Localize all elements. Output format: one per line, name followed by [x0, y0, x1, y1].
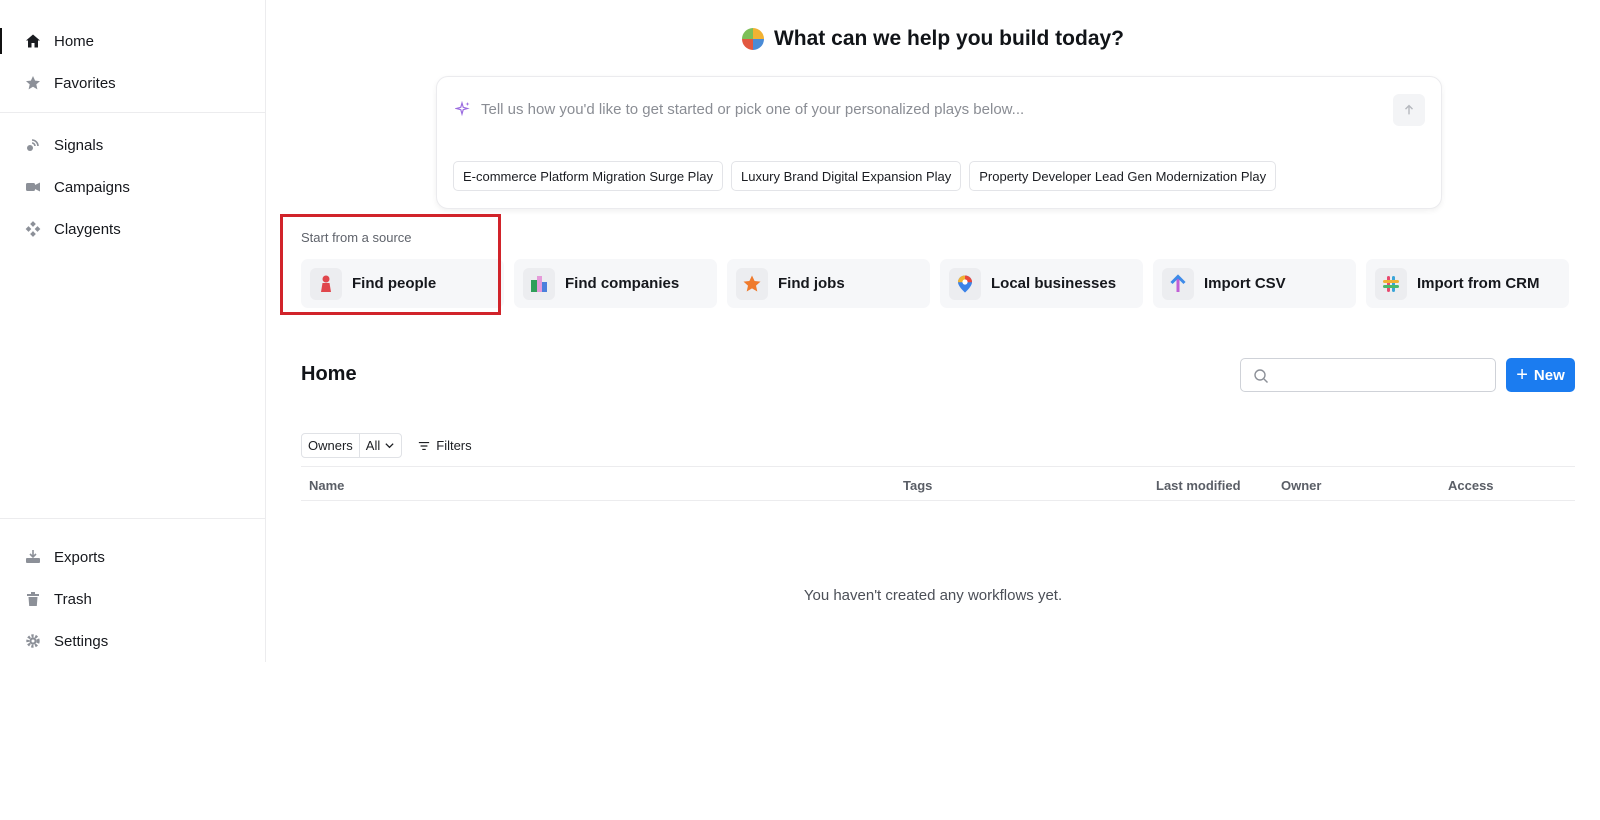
owners-filter: Owners All — [301, 433, 403, 458]
play-chip[interactable]: E-commerce Platform Migration Surge Play — [453, 161, 723, 191]
owners-select[interactable]: All — [360, 434, 401, 457]
map-pin-icon — [949, 267, 981, 300]
source-label: Find jobs — [778, 275, 845, 292]
exports-icon — [24, 548, 42, 566]
main-content: What can we help you build today? E-comm… — [266, 0, 1600, 820]
source-label: Find companies — [565, 275, 680, 292]
owners-label: Owners — [302, 434, 360, 457]
source-find-companies[interactable]: Find companies — [514, 259, 717, 308]
sidebar-item-label: Campaigns — [54, 178, 130, 196]
source-label: Import from CRM — [1417, 275, 1540, 292]
search-input[interactable] — [1275, 363, 1485, 387]
sidebar-item-exports[interactable]: Exports — [0, 536, 265, 578]
sidebar-item-label: Settings — [54, 632, 109, 650]
sidebar-item-label: Home — [54, 32, 95, 50]
crm-grid-icon — [1375, 267, 1407, 300]
signals-icon — [24, 136, 42, 154]
sidebar-item-label: Exports — [54, 548, 105, 566]
trash-icon — [24, 590, 42, 608]
page-title: Home — [301, 363, 357, 385]
sidebar-item-label: Signals — [54, 136, 104, 154]
settings-icon — [24, 632, 42, 650]
sidebar-item-label: Favorites — [54, 74, 116, 92]
column-header-name[interactable]: Name — [309, 478, 344, 493]
source-find-jobs[interactable]: Find jobs — [727, 259, 930, 308]
campaigns-icon — [24, 178, 42, 196]
owners-value: All — [365, 438, 381, 453]
sidebar-item-label: Trash — [54, 590, 92, 608]
star-badge-icon — [736, 267, 768, 300]
workflow-search — [1240, 358, 1496, 392]
sidebar-item-settings[interactable]: Settings — [0, 620, 265, 662]
search-icon — [1254, 369, 1268, 383]
sidebar-item-trash[interactable]: Trash — [0, 578, 265, 620]
prompt-box: E-commerce Platform Migration Surge Play… — [436, 76, 1442, 209]
filters-button[interactable]: Filters — [418, 438, 472, 453]
sidebar-middle-group: Signals Campaigns Claygents — [0, 124, 265, 250]
chevron-down-icon — [385, 443, 394, 449]
new-button-label: New — [1533, 366, 1565, 384]
filter-lines-icon — [419, 441, 430, 450]
column-header-tags[interactable]: Tags — [903, 478, 932, 493]
new-button[interactable]: + New — [1506, 358, 1575, 392]
hero-title: What can we help you build today? — [266, 27, 1600, 51]
source-import-crm[interactable]: Import from CRM — [1366, 259, 1569, 308]
arrow-up-icon — [1405, 104, 1413, 115]
column-header-access[interactable]: Access — [1448, 478, 1494, 493]
sidebar-item-favorites[interactable]: Favorites — [0, 62, 265, 104]
send-button[interactable] — [1393, 94, 1425, 126]
person-icon — [310, 267, 342, 300]
source-import-csv[interactable]: Import CSV — [1153, 259, 1356, 308]
sidebar: Home Favorites Signals Campaigns Claygen… — [0, 0, 266, 662]
upload-arrow-icon — [1162, 267, 1194, 300]
plus-icon: + — [1516, 364, 1528, 386]
source-label: Local businesses — [991, 275, 1117, 292]
play-chips: E-commerce Platform Migration Surge Play… — [453, 161, 1277, 191]
filter-row: Owners All Filters — [301, 433, 472, 458]
source-cards: Find people Find companies Find jobs Loc… — [301, 259, 1569, 308]
hero-title-text: What can we help you build today? — [773, 27, 1125, 50]
table-header: Name Tags Last modified Owner Access — [301, 466, 1575, 501]
source-local-businesses[interactable]: Local businesses — [940, 259, 1143, 308]
claygents-icon — [24, 220, 42, 238]
sidebar-item-signals[interactable]: Signals — [0, 124, 265, 166]
sidebar-bottom-group: Exports Trash Settings — [0, 536, 265, 662]
filters-label: Filters — [436, 438, 472, 453]
building-icon — [523, 267, 555, 300]
sidebar-divider — [0, 112, 265, 113]
globe-icon — [741, 28, 764, 50]
column-header-owner[interactable]: Owner — [1281, 478, 1321, 493]
sidebar-item-campaigns[interactable]: Campaigns — [0, 166, 265, 208]
source-label: Find people — [352, 275, 437, 292]
source-find-people[interactable]: Find people — [301, 259, 504, 308]
sidebar-divider — [0, 518, 265, 519]
sidebar-item-label: Claygents — [54, 220, 121, 238]
play-chip[interactable]: Luxury Brand Digital Expansion Play — [730, 161, 962, 191]
play-chip[interactable]: Property Developer Lead Gen Modernizatio… — [969, 161, 1277, 191]
sidebar-top-group: Home Favorites — [0, 20, 265, 104]
prompt-input[interactable] — [481, 95, 1361, 123]
home-icon — [24, 32, 42, 50]
star-icon — [24, 74, 42, 92]
sidebar-item-home[interactable]: Home — [0, 20, 265, 62]
column-header-last-modified[interactable]: Last modified — [1156, 478, 1241, 493]
source-section-label: Start from a source — [301, 230, 412, 245]
sidebar-item-claygents[interactable]: Claygents — [0, 208, 265, 250]
empty-state-message: You haven't created any workflows yet. — [803, 587, 1063, 604]
sparkle-icon — [455, 101, 470, 117]
source-label: Import CSV — [1204, 275, 1286, 292]
